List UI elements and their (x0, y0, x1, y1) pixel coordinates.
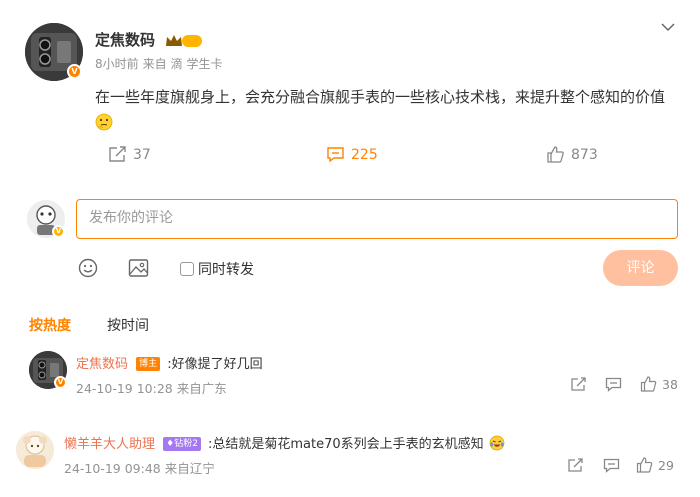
comment-text: :总结就是菊花mate70系列会上手表的玄机感知 (208, 437, 484, 452)
image-button[interactable] (128, 258, 149, 278)
source-prefix: 来自 (142, 57, 167, 71)
thinking-face-icon (95, 113, 113, 131)
comment-reply-button[interactable] (603, 458, 620, 473)
comment-icon (603, 458, 620, 473)
comment-meta: 24-10-19 09:48 来自辽宁 (64, 458, 215, 477)
repost-checkbox[interactable] (180, 262, 194, 276)
comment-reply-button[interactable] (605, 377, 622, 392)
level-badge: II (213, 31, 219, 40)
repost-button[interactable]: 37 (108, 146, 151, 163)
repost-toggle[interactable]: 同时转发 (180, 259, 254, 279)
repost-count: 37 (133, 146, 151, 163)
chevron-down-icon[interactable] (660, 19, 676, 35)
comment-location: 来自辽宁 (164, 461, 215, 476)
comment-button[interactable]: 225 (326, 146, 378, 163)
comment-author[interactable]: 懒羊羊大人助理 (64, 437, 155, 452)
like-count: 873 (571, 146, 598, 163)
comment-count: 225 (351, 146, 378, 163)
image-icon (128, 258, 149, 278)
comment-datetime: 24-10-19 09:48 (64, 461, 161, 476)
diamond-icon: ♦ (166, 438, 175, 449)
comment-author[interactable]: 定焦数码 (76, 357, 128, 372)
comment-icon (605, 377, 622, 392)
comment-like-button[interactable]: 29 (636, 457, 674, 473)
post-meta: 8小时前 来自滴 学生卡 (95, 55, 226, 72)
repost-icon (570, 377, 587, 392)
post-text: 在一些年度旗舰身上，会充分融合旗舰手表的一些核心技术栈，来提升整个感知的价值 (95, 84, 685, 136)
user-badge-icon: V (52, 225, 65, 238)
comment-icon (326, 146, 345, 163)
tab-sort-time[interactable]: 按时间 (107, 315, 149, 335)
like-button[interactable]: 873 (546, 146, 598, 163)
comment-repost-button[interactable] (567, 458, 584, 473)
comment-like-count: 29 (658, 457, 674, 473)
thumbs-up-icon (640, 376, 657, 392)
comment-meta: 24-10-19 10:28 来自广东 (76, 378, 227, 397)
level-crown-icon (164, 33, 204, 49)
comment-text: :好像提了好几回 (167, 357, 263, 372)
fan-tag: ♦钻粉2 (163, 436, 201, 451)
repost-icon (108, 146, 127, 163)
verified-badge-icon: V (54, 376, 67, 389)
submit-comment-button[interactable]: 评论 (603, 250, 678, 286)
comment-avatar[interactable] (16, 431, 54, 469)
thumbs-up-icon (546, 146, 565, 163)
comment-like-count: 38 (662, 376, 678, 392)
verified-badge-icon: V (67, 64, 82, 79)
repost-icon (567, 458, 584, 473)
laughing-cry-icon (489, 435, 505, 451)
post-source[interactable]: 滴 学生卡 (171, 57, 223, 71)
comment-repost-button[interactable] (570, 377, 587, 392)
smiley-icon (78, 258, 98, 278)
thumbs-up-icon (636, 457, 653, 473)
comment-like-button[interactable]: 38 (640, 376, 678, 392)
comment-body: 懒羊羊大人助理 ♦钻粉2 :总结就是菊花mate70系列会上手表的玄机感知 (64, 433, 505, 452)
emoji-button[interactable] (78, 258, 98, 278)
comment-body: 定焦数码 博主 :好像提了好几回 (76, 353, 263, 372)
comment-datetime: 24-10-19 10:28 (76, 381, 173, 396)
repost-toggle-label: 同时转发 (198, 262, 254, 278)
comment-location: 来自广东 (176, 381, 227, 396)
post-time[interactable]: 8小时前 (95, 57, 139, 71)
author-tag: 博主 (136, 356, 161, 371)
comment-input[interactable]: 发布你的评论 (76, 199, 678, 239)
author-name[interactable]: 定焦数码 II (95, 29, 219, 50)
tab-sort-hot[interactable]: 按热度 (29, 315, 71, 335)
